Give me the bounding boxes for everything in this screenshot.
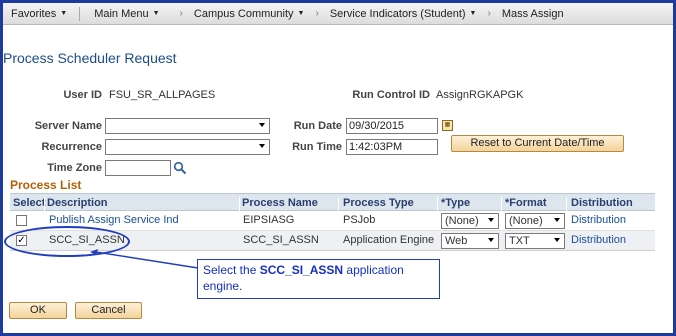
chevron-down-icon: ▼ — [152, 10, 160, 17]
favorites-menu[interactable]: Favorites ▼ — [3, 3, 73, 25]
process-list-title: Process List — [10, 178, 655, 194]
breadcrumb-separator-icon: › — [179, 8, 183, 19]
chevron-down-icon: ▼ — [469, 10, 477, 17]
user-id-label: User ID — [63, 89, 102, 101]
run-control-id-value: AssignRGKAPGK — [436, 89, 524, 101]
column-header-description: Description — [47, 197, 108, 209]
run-time-input[interactable]: 1:42:03PM — [346, 139, 438, 155]
chevron-down-icon — [554, 218, 560, 222]
column-header-process-type: Process Type — [343, 197, 414, 209]
nav-divider — [79, 6, 81, 21]
column-header-select: Select — [13, 197, 46, 209]
breadcrumb-label: Campus Community — [193, 7, 294, 20]
format-select[interactable]: TXT — [505, 233, 565, 249]
type-select-value: Web — [445, 235, 468, 247]
main-menu-label: Main Menu — [94, 7, 149, 20]
callout-text-prefix: Select the — [203, 263, 260, 277]
chevron-down-icon: ▼ — [60, 10, 68, 17]
chevron-down-icon: ▼ — [297, 10, 305, 17]
chevron-down-icon — [259, 144, 265, 148]
select-checkbox[interactable] — [16, 215, 27, 226]
favorites-label: Favorites — [11, 7, 57, 20]
page-title: Process Scheduler Request — [3, 50, 177, 66]
breadcrumb-service-indicators[interactable]: Service Indicators (Student) ▼ — [324, 3, 483, 25]
time-zone-label: Time Zone — [47, 162, 102, 174]
breadcrumb-mass-assign[interactable]: Mass Assign — [496, 3, 570, 25]
chevron-down-icon — [488, 238, 494, 242]
highlight-ellipse — [4, 226, 130, 257]
main-menu[interactable]: Main Menu ▼ — [88, 3, 165, 25]
run-date-label: Run Date — [293, 120, 342, 132]
distribution-link[interactable]: Distribution — [571, 234, 626, 246]
reset-to-current-date-time-button[interactable]: Reset to Current Date/Time — [451, 135, 624, 152]
chevron-down-icon — [488, 218, 494, 222]
column-header-format: *Format — [505, 197, 547, 209]
breadcrumb-label: Service Indicators (Student) — [329, 7, 466, 20]
recurrence-label: Recurrence — [41, 141, 102, 153]
process-list-header: Select Description Process Name Process … — [10, 194, 655, 214]
format-select-value: TXT — [509, 235, 530, 247]
type-select-value: (None) — [445, 215, 479, 227]
breadcrumb-separator-icon: › — [487, 8, 491, 19]
chevron-down-icon — [259, 123, 265, 127]
column-header-type: *Type — [441, 197, 471, 209]
server-name-select[interactable] — [105, 118, 270, 134]
process-name: EIPSIASG — [243, 214, 295, 226]
process-description-link[interactable]: Publish Assign Service Ind — [49, 214, 179, 226]
process-type: PSJob — [343, 214, 376, 226]
run-time-label: Run Time — [292, 141, 342, 153]
breadcrumb-label: Mass Assign — [501, 7, 564, 20]
navigation-bar: Favorites ▼ Main Menu ▼ › Campus Communi… — [3, 3, 673, 25]
type-select[interactable]: Web — [441, 233, 499, 249]
recurrence-select[interactable] — [105, 139, 270, 155]
column-header-distribution: Distribution — [571, 197, 633, 209]
column-header-process-name: Process Name — [242, 197, 318, 209]
table-row: Publish Assign Service Ind EIPSIASG PSJo… — [10, 211, 655, 231]
breadcrumb-separator-icon: › — [315, 8, 319, 19]
user-id-value: FSU_SR_ALLPAGES — [109, 89, 216, 101]
callout-text-bold: SCC_SI_ASSN — [259, 263, 344, 277]
instruction-callout: Select the SCC_SI_ASSN application engin… — [197, 259, 440, 299]
type-select[interactable]: (None) — [441, 213, 499, 229]
process-type: Application Engine — [343, 234, 435, 246]
calendar-icon[interactable]: ▦ — [442, 120, 453, 131]
format-select[interactable]: (None) — [505, 213, 565, 229]
time-zone-input[interactable] — [105, 160, 171, 176]
search-icon[interactable] — [173, 161, 187, 175]
run-date-input[interactable]: 09/30/2015 — [346, 118, 438, 134]
run-control-id-label: Run Control ID — [352, 89, 430, 101]
breadcrumb-campus-community[interactable]: Campus Community ▼ — [188, 3, 311, 25]
chevron-down-icon — [554, 238, 560, 242]
ok-button[interactable]: OK — [9, 302, 67, 319]
format-select-value: (None) — [509, 215, 543, 227]
cancel-button[interactable]: Cancel — [75, 302, 142, 319]
process-name: SCC_SI_ASSN — [243, 234, 319, 246]
server-name-label: Server Name — [34, 120, 102, 132]
distribution-link[interactable]: Distribution — [571, 214, 626, 226]
